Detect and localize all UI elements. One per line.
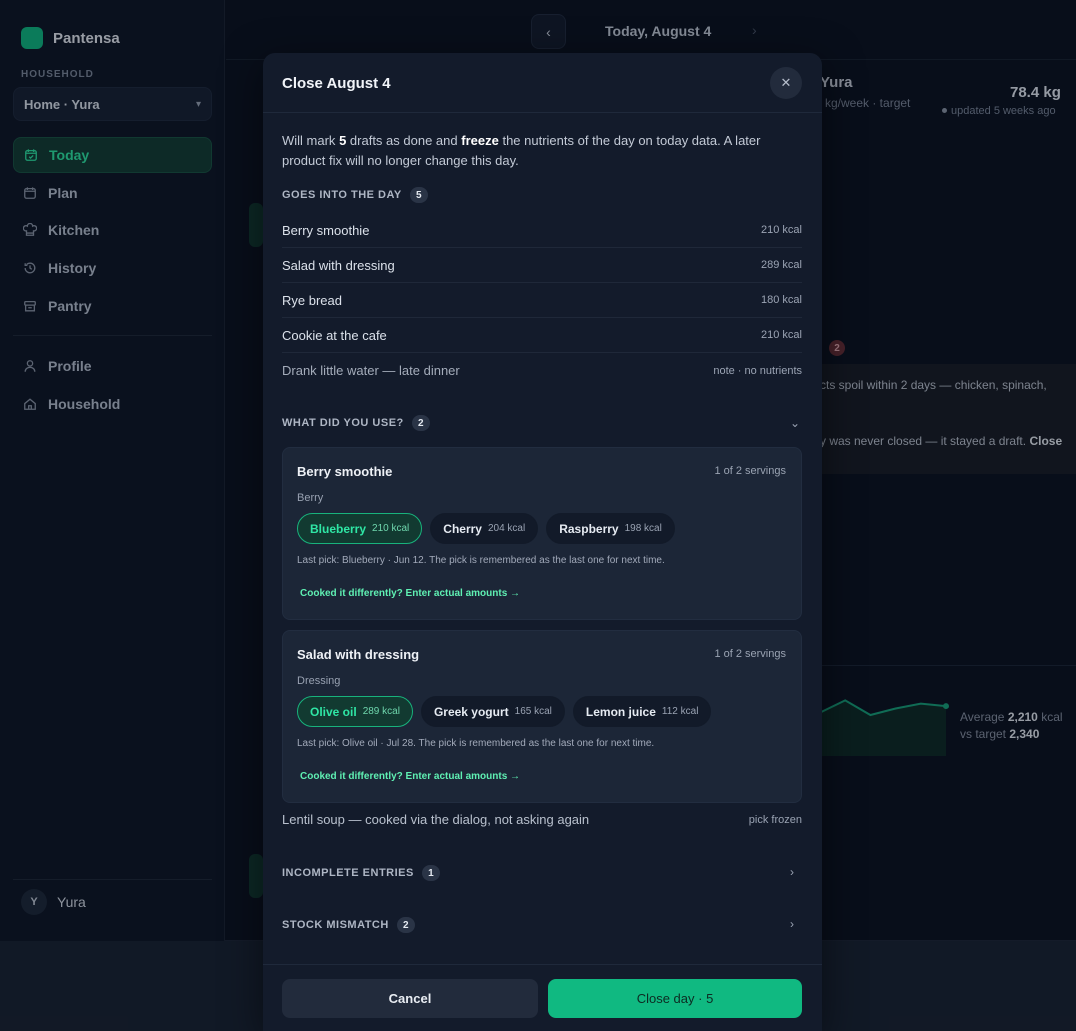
option-chip[interactable]: Lemon juice 112 kcal [572, 696, 712, 727]
option-chip-selected[interactable]: Olive oil 289 kcal [297, 696, 413, 727]
what-did-you-use-header[interactable]: WHAT DID YOU USE? 2 [282, 415, 430, 431]
day-item-row: Rye bread 180 kcal [282, 283, 802, 318]
day-item-row: Salad with dressing 289 kcal [282, 248, 802, 283]
count-badge: 2 [411, 415, 430, 431]
day-note-row: Drank little water — late dinner note · n… [282, 363, 802, 378]
option-chips: Blueberry 210 kcal Cherry 204 kcal Raspber… [297, 513, 675, 544]
count-badge: 1 [421, 865, 440, 881]
servings-label: 1 of 2 servings [714, 648, 786, 660]
close-day-dialog: Close August 4 ✕ Will mark 5 drafts as d… [263, 53, 822, 1031]
option-chips: Olive oil 289 kcal Greek yogurt 165 kcal L… [297, 696, 712, 727]
enter-actual-amounts-link[interactable]: Cooked it differently? Enter actual amou… [300, 771, 520, 782]
dialog-header: Close August 4 ✕ [263, 53, 822, 113]
servings-label: 1 of 2 servings [714, 465, 786, 477]
option-group-label: Dressing [297, 675, 341, 687]
option-chip[interactable]: Raspberry 198 kcal [546, 513, 675, 544]
close-day-button[interactable]: Close day · 5 [548, 979, 802, 1018]
dialog-footer: Cancel Close day · 5 [263, 964, 822, 1031]
last-pick-note: Last pick: Olive oil · Jul 28. The pick … [297, 738, 655, 749]
recipe-choice-card: Salad with dressing 1 of 2 servings Dres… [282, 630, 802, 803]
dialog-intro: Will mark 5 drafts as done and freeze th… [282, 133, 761, 168]
recipe-choice-card: Berry smoothie 1 of 2 servings Berry Blu… [282, 447, 802, 620]
close-icon: ✕ [780, 75, 792, 90]
chevron-right-icon[interactable]: › [790, 865, 794, 879]
goes-into-day-header: GOES INTO THE DAY 5 [282, 187, 428, 203]
cancel-button[interactable]: Cancel [282, 979, 538, 1018]
last-pick-note: Last pick: Blueberry · Jun 12. The pick … [297, 555, 665, 566]
option-chip[interactable]: Greek yogurt 165 kcal [420, 696, 565, 727]
dialog-title: Close August 4 [282, 75, 391, 92]
close-dialog-button[interactable]: ✕ [770, 67, 802, 99]
count-badge: 5 [409, 187, 428, 203]
count-badge: 2 [396, 917, 415, 933]
frozen-pick-row: Lentil soup — cooked via the dialog, not… [282, 812, 802, 827]
chevron-right-icon[interactable]: › [790, 917, 794, 931]
option-chip-selected[interactable]: Blueberry 210 kcal [297, 513, 423, 544]
chevron-down-icon[interactable]: ⌄ [790, 416, 800, 430]
enter-actual-amounts-link[interactable]: Cooked it differently? Enter actual amou… [300, 588, 520, 599]
card-title: Berry smoothie [297, 464, 393, 479]
option-group-label: Berry [297, 492, 324, 504]
incomplete-entries-header[interactable]: INCOMPLETE ENTRIES 1 [282, 865, 440, 881]
option-chip[interactable]: Cherry 204 kcal [430, 513, 539, 544]
stock-mismatch-header[interactable]: STOCK MISMATCH 2 [282, 917, 415, 933]
day-item-row: Berry smoothie 210 kcal [282, 213, 802, 248]
day-item-row: Cookie at the cafe 210 kcal [282, 318, 802, 353]
card-title: Salad with dressing [297, 647, 420, 662]
